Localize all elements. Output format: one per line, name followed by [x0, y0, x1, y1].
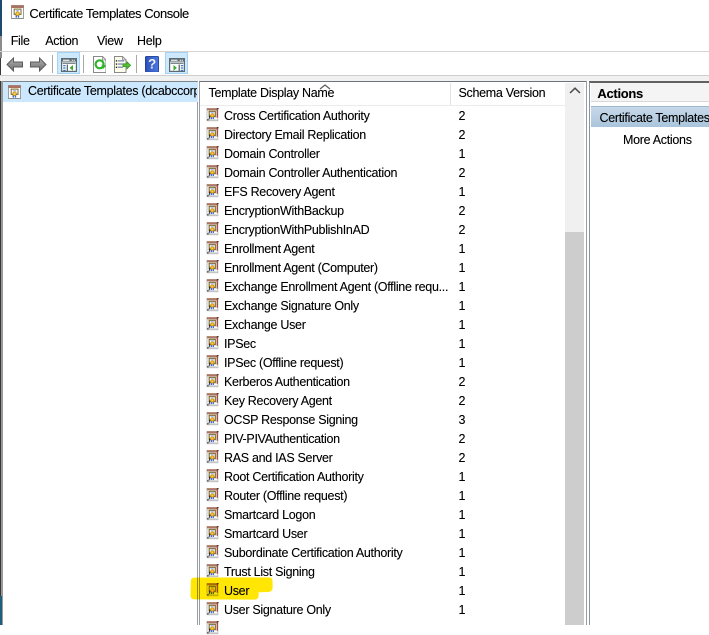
svg-text:?: ?: [148, 56, 156, 71]
